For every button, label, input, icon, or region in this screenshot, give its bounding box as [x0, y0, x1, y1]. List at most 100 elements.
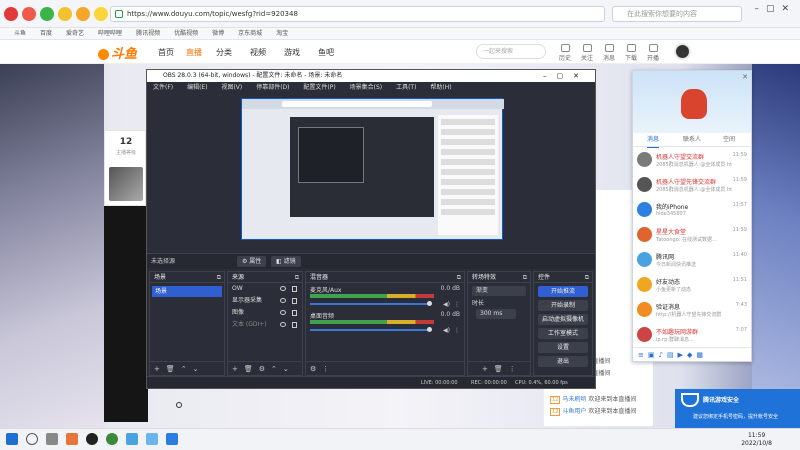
- nav-fishbar[interactable]: 鱼吧: [318, 47, 334, 58]
- friend-list-panel[interactable]: ✕ 消息 联系人 空间 机器人守望交流群2085群消息机器人:@全体成员 htt…: [632, 70, 752, 362]
- visibility-icon[interactable]: [280, 322, 286, 327]
- search-icon[interactable]: [26, 433, 38, 445]
- source-item[interactable]: 文本 (GDI+): [228, 319, 302, 331]
- tab-contacts[interactable]: 联系人: [683, 133, 701, 147]
- bookmark-item[interactable]: 优酷视频: [174, 28, 198, 39]
- app-logo-icon[interactable]: [4, 7, 18, 21]
- dock-float-icon[interactable]: ⧉: [217, 272, 221, 283]
- lock-icon[interactable]: [292, 310, 297, 316]
- menu-scene-collection[interactable]: 场景集合(S): [350, 84, 383, 91]
- taskbar-app-icon[interactable]: [166, 433, 178, 445]
- bookmark-item[interactable]: 百度: [40, 28, 52, 39]
- browser-search-input[interactable]: 在此搜索你想要的内容: [612, 6, 742, 22]
- sources-dock-toolbar[interactable]: +🗑⚙⌃⌄: [228, 361, 302, 375]
- back-icon[interactable]: [22, 7, 36, 21]
- window-controls[interactable]: –▢✕: [754, 4, 796, 14]
- menu-file[interactable]: 文件(F): [153, 84, 173, 91]
- friend-item[interactable]: 机器人守望交流群2085群消息机器人:@全体成员 http...11:59: [633, 149, 751, 172]
- douyu-logo[interactable]: 斗鱼: [98, 43, 137, 62]
- nav-home[interactable]: 首页: [158, 47, 174, 58]
- follow-button[interactable]: 关注: [578, 44, 596, 62]
- menu-docks[interactable]: 停靠部件(D): [256, 84, 289, 91]
- properties-button[interactable]: ⚙ 属性: [237, 256, 267, 267]
- bookmark-item[interactable]: 腾讯视频: [136, 28, 160, 39]
- menu-edit[interactable]: 编辑(E): [187, 84, 207, 91]
- nav-video[interactable]: 视频: [250, 47, 266, 58]
- friend-item[interactable]: 机器人守望先锋交流群2085群消息机器人:@全体成员 http...11:59: [633, 174, 751, 197]
- friend-panel-toolbar[interactable]: ≡▣♪▤▶◆▦: [633, 347, 751, 361]
- nav-games[interactable]: 游戏: [284, 47, 300, 58]
- close-icon[interactable]: ✕: [742, 73, 748, 81]
- scenes-dock-toolbar[interactable]: +🗑⌃⌄: [150, 361, 224, 375]
- chrome-taskbar-icon[interactable]: [106, 433, 118, 445]
- more-icon[interactable]: ⋮: [454, 327, 460, 334]
- menu-help[interactable]: 帮助(H): [430, 84, 451, 91]
- filters-button[interactable]: ◧ 滤镜: [271, 256, 301, 267]
- bookmark-item[interactable]: 淘宝: [276, 28, 288, 39]
- dock-float-icon[interactable]: ⧉: [585, 272, 589, 283]
- refresh-icon[interactable]: [58, 7, 72, 21]
- lock-icon[interactable]: [292, 322, 297, 328]
- obs-taskbar-icon[interactable]: [86, 433, 98, 445]
- dock-float-icon[interactable]: ⧉: [295, 272, 299, 283]
- friend-item[interactable]: 我的iPhone hide345807 11:57: [633, 199, 751, 222]
- friend-item[interactable]: 好友动态 小鱼更新了动态 11:51: [633, 274, 751, 297]
- taskbar-app-icon[interactable]: [146, 433, 158, 445]
- visibility-icon[interactable]: [280, 298, 286, 303]
- system-clock[interactable]: 11:59 2022/10/8: [741, 432, 772, 448]
- go-live-button[interactable]: 开播: [644, 44, 662, 62]
- bookmark-item[interactable]: 斗鱼: [14, 28, 26, 39]
- scene-item[interactable]: 场景: [152, 286, 222, 297]
- settings-button[interactable]: 设置: [538, 342, 588, 353]
- transitions-dock-toolbar[interactable]: +🗑⋮: [468, 361, 530, 375]
- friend-item[interactable]: 星星大食堂 Tatoongo: 在线测试数据... 11:59: [633, 224, 751, 247]
- bookmark-item[interactable]: 微博: [212, 28, 224, 39]
- address-bar[interactable]: https://www.douyu.com/topic/wesfg?rid=92…: [110, 6, 605, 22]
- studio-mode-button[interactable]: 工作室模式: [538, 328, 588, 339]
- source-item[interactable]: 图像: [228, 307, 302, 319]
- taskbar-app-icon[interactable]: [66, 433, 78, 445]
- lock-icon[interactable]: [292, 298, 297, 304]
- volume-slider[interactable]: [310, 301, 432, 306]
- bookmark-item[interactable]: 京东商城: [238, 28, 262, 39]
- site-search-input[interactable]: 一起来搜索: [476, 44, 546, 59]
- download-button[interactable]: 下载: [622, 44, 640, 62]
- menu-tools[interactable]: 工具(T): [396, 84, 416, 91]
- transition-select[interactable]: 渐变: [472, 286, 526, 296]
- speaker-icon[interactable]: ◀): [443, 327, 450, 334]
- taskbar-app-icon[interactable]: [126, 433, 138, 445]
- duration-field[interactable]: 时长300 ms: [472, 299, 526, 319]
- history-button[interactable]: 历史: [556, 44, 574, 62]
- visibility-icon[interactable]: [280, 286, 286, 291]
- obs-window[interactable]: OBS 28.0.3 (64-bit, windows) - 配置文件: 未命名…: [146, 69, 596, 389]
- tab-space[interactable]: 空间: [723, 133, 735, 147]
- messages-button[interactable]: 消息: [600, 44, 618, 62]
- exit-button[interactable]: 退出: [538, 356, 588, 367]
- obs-preview-canvas[interactable]: [241, 98, 504, 240]
- speaker-icon[interactable]: ◀): [443, 301, 450, 308]
- virtual-camera-button[interactable]: 启动虚拟摄像机: [538, 314, 588, 325]
- more-icon[interactable]: ⋮: [454, 301, 460, 308]
- nav-category[interactable]: 分类: [216, 47, 232, 58]
- mixer-dock-toolbar[interactable]: ⚙⋮: [306, 361, 464, 375]
- tab-messages[interactable]: 消息: [647, 133, 660, 148]
- security-toast[interactable]: 腾讯游戏安全 建议您绑定手机号密码，提升帐号安全: [675, 389, 800, 429]
- stream-player[interactable]: [104, 206, 148, 422]
- start-streaming-button[interactable]: 开始推流: [538, 286, 588, 297]
- bookmark-item[interactable]: 爱奇艺: [66, 28, 84, 39]
- forward-icon[interactable]: [40, 7, 54, 21]
- user-avatar[interactable]: [674, 43, 691, 60]
- home-icon[interactable]: [76, 7, 90, 21]
- start-recording-button[interactable]: 开始录制: [538, 300, 588, 311]
- friend-item[interactable]: 不如趣玩网游群 lp.rp:群聊消息... 7:07: [633, 324, 751, 347]
- source-item[interactable]: 显示器采集: [228, 295, 302, 307]
- friend-item[interactable]: 腾讯网 今日新闻快讯推送 11:40: [633, 249, 751, 272]
- task-view-icon[interactable]: [46, 433, 58, 445]
- obs-window-controls[interactable]: –▢✕: [543, 70, 589, 82]
- host-avatar[interactable]: [109, 167, 143, 201]
- dock-float-icon[interactable]: ⧉: [523, 272, 527, 283]
- lock-icon[interactable]: [292, 286, 297, 292]
- nav-live[interactable]: 直播: [186, 47, 202, 58]
- menu-profile[interactable]: 配置文件(P): [303, 84, 335, 91]
- menu-view[interactable]: 视图(V): [221, 84, 242, 91]
